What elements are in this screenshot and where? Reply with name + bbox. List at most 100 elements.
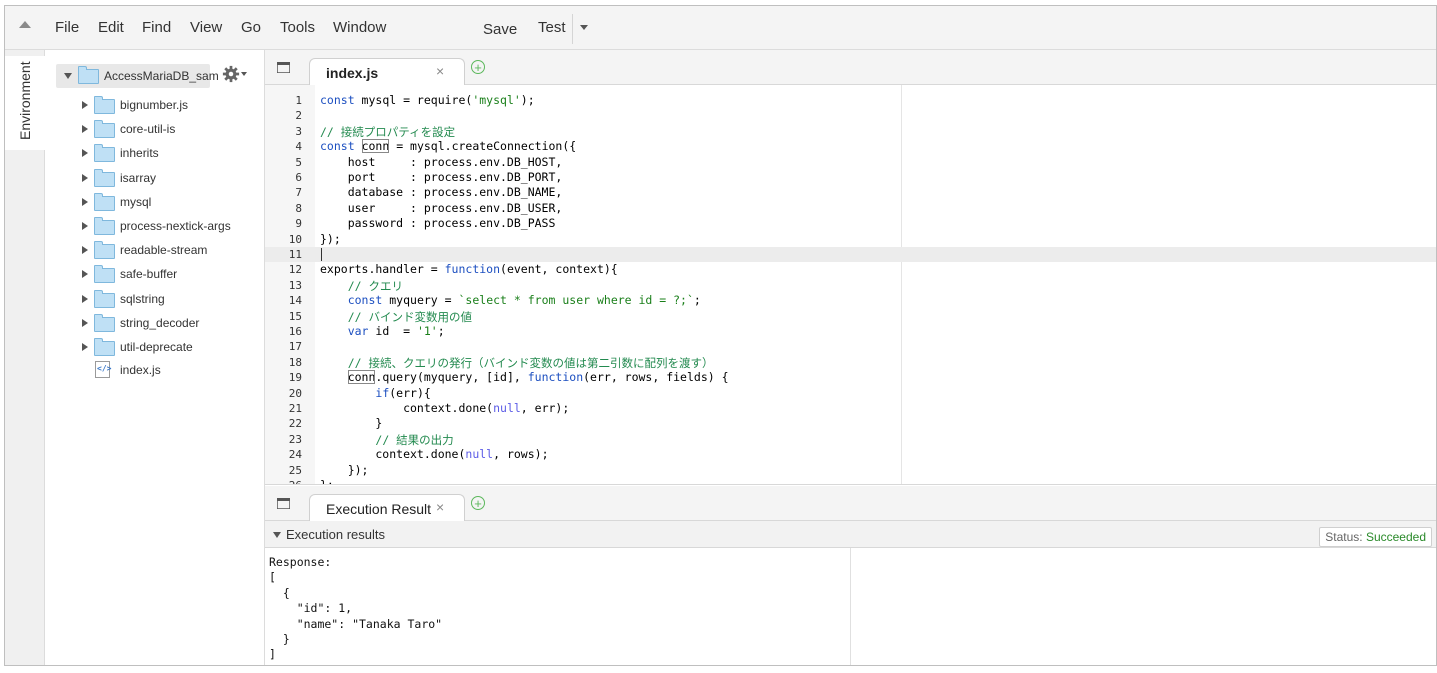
save-button[interactable]: Save (483, 21, 517, 38)
gear-icon[interactable] (222, 65, 240, 83)
test-dropdown-icon[interactable] (580, 25, 588, 30)
tab-execution-result[interactable]: Execution Result × (309, 494, 465, 522)
gear-dropdown-icon[interactable] (241, 72, 247, 76)
pane-menu-icon[interactable] (277, 62, 290, 73)
code-line[interactable]: 15 // バインド変数用の値 (265, 309, 1436, 324)
close-tab-icon[interactable]: × (436, 499, 444, 515)
code-line[interactable]: 22 } (265, 416, 1436, 431)
line-number: 17 (288, 340, 302, 354)
tree-item-label: process-nextick-args (120, 219, 231, 233)
test-button[interactable]: Test (538, 19, 566, 36)
code-line[interactable]: 13 // クエリ (265, 278, 1436, 293)
line-number: 12 (288, 263, 302, 277)
code-line[interactable]: 3 // 接続プロパティを設定 (265, 124, 1436, 139)
expand-arrow-icon[interactable] (82, 173, 88, 182)
tree-item-label: bignumber.js (120, 98, 189, 112)
output-line: } (269, 632, 290, 646)
line-number: 16 (288, 325, 302, 338)
code-line[interactable]: 14 const myquery = `select * from user w… (265, 293, 1436, 308)
expand-arrow-icon[interactable] (82, 149, 88, 158)
editor-tab-bar: index.js × + (265, 50, 1436, 86)
line-number: 21 (288, 402, 302, 415)
expand-arrow-icon[interactable] (82, 270, 88, 279)
code-line[interactable]: 16 var id = '1'; (265, 324, 1436, 339)
folder-icon (94, 338, 115, 356)
code-line[interactable]: 10}); (265, 232, 1436, 247)
code-line[interactable]: 24 context.done(null, rows); (265, 447, 1436, 462)
tree-root-item[interactable]: AccessMariaDB_sam (56, 64, 219, 88)
expand-arrow-icon[interactable] (82, 101, 88, 109)
code-text: context.done(null, err); (320, 401, 570, 415)
execution-results-header[interactable]: Execution results Status: Succeeded (265, 521, 1436, 548)
environment-tab[interactable]: Environment (5, 56, 46, 150)
line-number: 10 (288, 232, 302, 246)
code-text: }; (320, 478, 334, 485)
code-line[interactable]: 21 context.done(null, err); (265, 401, 1436, 416)
code-line[interactable]: 8 user : process.env.DB_USER, (265, 201, 1436, 216)
expand-arrow-icon[interactable] (82, 125, 88, 134)
add-tab-icon[interactable]: + (471, 60, 485, 74)
menu-edit[interactable]: Edit (98, 19, 124, 36)
expand-arrow-icon[interactable] (82, 343, 88, 351)
line-number: 6 (295, 171, 302, 184)
menu-bar: File Edit Find View Go Tools Window Save… (5, 6, 1436, 50)
js-file-icon: </> (95, 361, 111, 378)
code-text: // 結果の出力 (375, 432, 454, 447)
code-line[interactable]: 18 // 接続、クエリの発行（バインド変数の値は第二引数に配列を渡す） (265, 355, 1436, 370)
code-line[interactable]: 20 if(err){ (265, 386, 1436, 401)
code-line[interactable]: 5 host : process.env.DB_HOST, (265, 155, 1436, 170)
code-line[interactable]: 9 password : process.env.DB_PASS (265, 216, 1436, 231)
menu-tools[interactable]: Tools (280, 19, 315, 36)
line-number: 5 (295, 155, 302, 169)
line-number: 23 (288, 432, 302, 446)
code-line[interactable]: 2 (265, 108, 1436, 123)
add-tab-icon[interactable]: + (471, 496, 485, 510)
tree-item-label: mysql (120, 194, 152, 209)
code-text: exports.handler = function(event, contex… (320, 262, 618, 277)
expand-arrow-icon[interactable] (82, 197, 88, 206)
menu-window[interactable]: Window (333, 19, 386, 36)
code-editor[interactable]: 1 const mysql = require('mysql'); 2 3 // 接続プ… (265, 85, 1436, 485)
tree-item-label: sqlstring (120, 291, 165, 306)
collapse-menu-icon[interactable] (19, 21, 31, 28)
code-line[interactable]: 11 (265, 247, 1436, 263)
tab-index-js[interactable]: index.js × (309, 58, 465, 86)
tree-item-label: isarray (120, 170, 157, 185)
menu-find[interactable]: Find (142, 19, 171, 36)
collapse-arrow-icon[interactable] (273, 532, 281, 538)
code-line[interactable]: 25 }); (265, 463, 1436, 478)
expand-arrow-icon[interactable] (82, 318, 88, 327)
code-line[interactable]: 19 conn.query(myquery, [id], function(er… (265, 370, 1436, 385)
code-line[interactable]: 7 database : process.env.DB_NAME, (265, 185, 1436, 200)
expand-arrow-icon[interactable] (64, 73, 72, 79)
output-line: "id": 1, (269, 601, 353, 616)
expand-arrow-icon[interactable] (82, 294, 88, 303)
menu-view[interactable]: View (190, 19, 222, 36)
line-number: 2 (295, 109, 302, 123)
code-line[interactable]: 6 port : process.env.DB_PORT, (265, 170, 1436, 185)
execution-results-title: Execution results (286, 527, 385, 542)
code-text: conn.query(myquery, [id], function(err, … (347, 370, 729, 385)
code-text: } (320, 416, 383, 431)
output-line: { (269, 585, 290, 600)
code-line[interactable]: 4 const conn = mysql.createConnection({ (265, 139, 1436, 154)
folder-icon (94, 120, 115, 139)
folder-icon (94, 168, 115, 187)
menu-go[interactable]: Go (241, 19, 261, 36)
pane-menu-icon[interactable] (277, 498, 290, 509)
code-text: }); (320, 462, 369, 477)
code-line[interactable]: 1 const mysql = require('mysql'); (265, 93, 1436, 108)
tree-item-label: index.js (120, 363, 161, 377)
code-line[interactable]: 12 exports.handler = function(event, cont… (265, 262, 1436, 277)
folder-icon (94, 265, 115, 284)
expand-arrow-icon[interactable] (82, 222, 88, 230)
expand-arrow-icon[interactable] (82, 246, 88, 255)
code-text: password : process.env.DB_PASS (320, 216, 556, 231)
code-line[interactable]: 23 // 結果の出力 (265, 432, 1436, 447)
menu-file[interactable]: File (55, 19, 79, 36)
close-tab-icon[interactable]: × (436, 63, 444, 79)
code-line[interactable]: 17 (265, 339, 1436, 354)
text-cursor (321, 248, 322, 261)
code-line[interactable]: 26}; (265, 478, 1436, 485)
tab-label: index.js (326, 65, 379, 81)
